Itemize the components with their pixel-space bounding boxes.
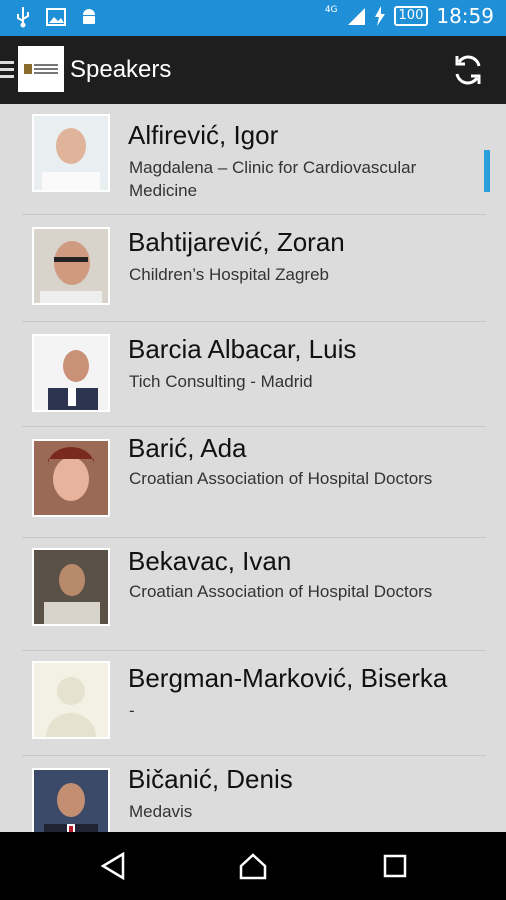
charging-icon xyxy=(374,6,385,26)
menu-icon[interactable] xyxy=(0,61,14,82)
speaker-name: Barcia Albacar, Luis xyxy=(128,334,357,364)
app-bar: Speakers xyxy=(0,36,506,104)
home-icon[interactable] xyxy=(238,852,268,880)
back-icon[interactable] xyxy=(100,852,126,880)
speaker-name: Bekavac, Ivan xyxy=(128,546,292,576)
page-title: Speakers xyxy=(70,56,172,83)
recents-icon[interactable] xyxy=(382,852,408,880)
speaker-organization: Croatian Association of Hospital Doctors xyxy=(129,469,433,488)
list-item[interactable]: Barcia Albacar, Luis Tich Consulting - M… xyxy=(22,322,486,427)
speaker-photo xyxy=(32,114,110,192)
battery-icon: 100 xyxy=(393,6,429,26)
speaker-photo-placeholder xyxy=(32,661,110,739)
list-item[interactable]: Bekavac, Ivan Croatian Association of Ho… xyxy=(22,538,486,651)
speaker-photo xyxy=(32,334,110,412)
navigation-bar xyxy=(0,832,506,900)
speaker-photo xyxy=(32,768,110,832)
network-type: 4G xyxy=(324,5,338,15)
android-icon xyxy=(83,9,95,24)
speaker-organization: Medavis xyxy=(129,802,193,821)
speaker-photo xyxy=(32,227,110,305)
speaker-photo xyxy=(32,548,110,626)
list-item[interactable]: Bičanić, Denis Medavis xyxy=(22,756,486,832)
speaker-organization: Croatian Association of Hospital Doctors xyxy=(129,582,433,601)
usb-icon xyxy=(17,7,29,28)
status-bar: 4G 100 18:59 xyxy=(0,0,506,36)
speaker-name: Bičanić, Denis xyxy=(128,764,293,794)
image-icon xyxy=(46,8,66,26)
speaker-name: Alfirević, Igor xyxy=(128,120,279,150)
speaker-organization: Magdalena – Clinic for Cardiovascular Me… xyxy=(129,158,417,200)
speaker-organization: - xyxy=(129,701,135,720)
list-item[interactable]: Bahtijarević, Zoran Children’s Hospital … xyxy=(22,215,486,322)
list-item[interactable]: Alfirević, Igor Magdalena – Clinic for C… xyxy=(22,104,486,215)
signal-icon xyxy=(347,8,365,25)
speaker-name: Barić, Ada xyxy=(128,433,247,463)
app-logo[interactable] xyxy=(18,46,64,92)
logo-mark xyxy=(24,64,32,74)
speaker-organization: Children’s Hospital Zagreb xyxy=(129,265,330,284)
speaker-list[interactable]: Alfirević, Igor Magdalena – Clinic for C… xyxy=(22,104,486,832)
clock: 18:59 xyxy=(436,4,494,28)
speaker-photo xyxy=(32,439,110,517)
list-item[interactable]: Barić, Ada Croatian Association of Hospi… xyxy=(22,427,486,538)
speaker-name: Bergman-Marković, Biserka xyxy=(128,663,448,693)
speaker-name: Bahtijarević, Zoran xyxy=(128,227,345,257)
speaker-organization: Tich Consulting - Madrid xyxy=(129,372,313,391)
scrollbar[interactable] xyxy=(484,150,490,192)
refresh-icon[interactable] xyxy=(450,52,486,88)
list-item[interactable]: Bergman-Marković, Biserka - xyxy=(22,651,486,756)
